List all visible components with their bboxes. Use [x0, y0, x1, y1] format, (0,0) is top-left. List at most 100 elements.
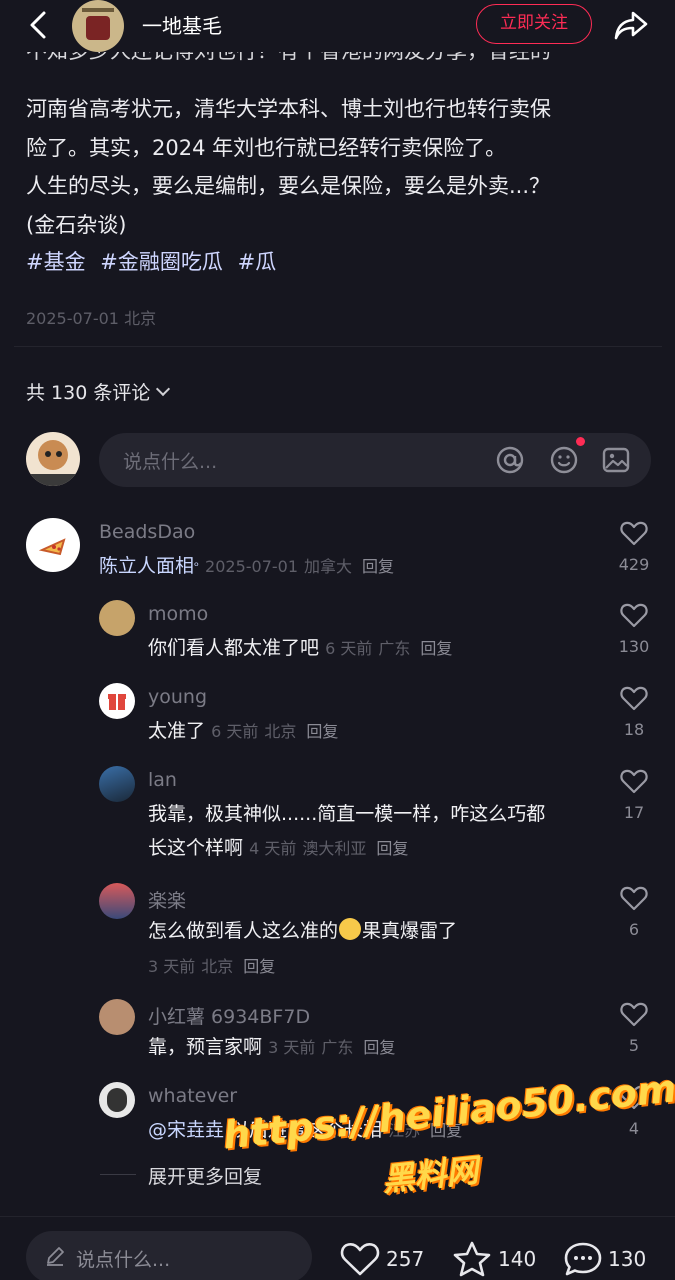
tag-link[interactable]: #瓜 — [238, 250, 277, 274]
comment-bubble-icon[interactable] — [563, 1241, 603, 1277]
post-date: 2025-07-01 — [26, 309, 119, 328]
comment-text-content: 太准了 — [148, 720, 206, 742]
comment-location: 广东 — [321, 1038, 354, 1057]
heart-icon[interactable] — [620, 768, 648, 794]
comment-text-content: 长这个样啊 — [148, 837, 244, 859]
commenter-avatar[interactable] — [99, 600, 135, 636]
comment-time: 3 天前 — [148, 957, 196, 976]
post-location: 北京 — [124, 309, 157, 328]
back-arrow-icon[interactable] — [24, 8, 54, 42]
like-count: 6 — [628, 920, 640, 939]
emoji-icon[interactable] — [549, 445, 579, 475]
expand-replies-button[interactable]: 展开更多回复 — [148, 1162, 262, 1189]
reply-button[interactable]: 回复 — [376, 839, 408, 858]
comment-meta: 3 天前 北京 回复 — [148, 949, 281, 984]
heart-icon[interactable] — [340, 1241, 380, 1277]
post-line: 险了。其实，2024 年刘也行就已经转行卖保险了。 — [26, 136, 507, 160]
commenter-avatar[interactable] — [26, 518, 80, 572]
like-count: 17 — [623, 803, 645, 822]
author-name[interactable]: 一地基毛 — [142, 10, 222, 39]
mention-icon[interactable] — [495, 445, 525, 475]
image-icon[interactable] — [601, 445, 631, 475]
top-bar: 一地基毛 立即关注 — [0, 0, 675, 52]
commenter-avatar[interactable] — [99, 883, 135, 919]
gift-icon — [108, 694, 126, 710]
star-icon[interactable] — [452, 1241, 492, 1277]
commenter-name[interactable]: young — [148, 686, 207, 708]
tag-link[interactable]: #金融圈吃瓜 — [100, 250, 223, 274]
comment-count-toggle[interactable]: 共 130 条评论 — [26, 378, 171, 405]
comment-count-label: 共 130 条评论 — [26, 382, 151, 404]
post-line: 人生的尽头，要么是编制，要么是保险，要么是外卖...？ — [26, 174, 551, 198]
comment-text-content: 怎么做到看人这么准的 — [148, 920, 339, 942]
comment-text: 我靠，极其神似......简直一模一样，咋这么巧都 — [148, 803, 546, 825]
like-count: 130 — [618, 637, 650, 656]
follow-button[interactable]: 立即关注 — [476, 4, 592, 44]
post-clipped-line: 不知多少人还记得刘也行？有个香港的网友分享，曾经的 — [26, 52, 646, 72]
comment-location: 北京 — [201, 957, 234, 976]
like-count: 18 — [623, 720, 645, 739]
search-icon: ᵒ — [194, 559, 199, 573]
author-avatar[interactable] — [72, 0, 124, 52]
heart-icon[interactable] — [620, 602, 648, 628]
heart-icon[interactable] — [620, 520, 648, 546]
comment-location: 澳大利亚 — [302, 839, 367, 858]
heart-icon[interactable] — [620, 685, 648, 711]
comment-text: 陈立人面相ᵒ 2025-07-01 加拿大 回复 — [99, 549, 400, 584]
reply-button[interactable]: 回复 — [363, 1038, 395, 1057]
my-avatar — [26, 432, 80, 486]
comment-input-placeholder: 说点什么... — [123, 451, 218, 473]
comment-location: 加拿大 — [304, 557, 353, 576]
like-count: 4 — [628, 1119, 640, 1138]
reply-button[interactable]: 回复 — [243, 957, 275, 976]
post-tags: #基金 #金融圈吃瓜 #瓜 — [26, 246, 284, 276]
bottom-comment-input[interactable]: 说点什么... — [26, 1231, 312, 1280]
post-meta: 2025-07-01 北京 — [26, 305, 156, 329]
like-total: 257 — [386, 1247, 425, 1271]
divider — [14, 346, 662, 347]
comment-text: 怎么做到看人这么准的 果真爆雷了 — [148, 914, 457, 948]
comment-text: 靠，预言家啊 3 天前 广东 回复 — [148, 1030, 401, 1065]
favorite-total: 140 — [498, 1247, 537, 1271]
commenter-name[interactable]: momo — [148, 603, 208, 625]
commenter-name[interactable]: whatever — [148, 1085, 237, 1107]
comment-time: 3 天前 — [268, 1038, 316, 1057]
pencil-icon — [47, 1247, 64, 1266]
comment-total: 130 — [608, 1247, 647, 1271]
commenter-name[interactable]: BeadsDao — [99, 521, 195, 543]
bottom-input-placeholder: 说点什么... — [76, 1249, 171, 1271]
commenter-avatar[interactable] — [99, 683, 135, 719]
commenter-name[interactable]: lan — [148, 769, 177, 791]
comment-text: 太准了 6 天前 北京 回复 — [148, 714, 344, 749]
comment-time: 2025-07-01 — [205, 557, 299, 576]
reply-button[interactable]: 回复 — [362, 557, 394, 576]
comment-text: 长这个样啊 4 天前 澳大利亚 回复 — [148, 831, 414, 866]
comment-text: 你们看人都太准了吧 6 天前 广东 回复 — [148, 631, 458, 666]
tag-link[interactable]: #基金 — [26, 250, 86, 274]
chevron-down-icon — [156, 381, 171, 397]
commenter-name[interactable]: 楽楽 — [148, 886, 186, 913]
reply-button[interactable]: 回复 — [306, 722, 338, 741]
comment-input[interactable]: 说点什么... — [99, 433, 651, 487]
post-line: 河南省高考状元，清华大学本科、博士刘也行也转行卖保 — [26, 97, 551, 121]
like-count: 5 — [628, 1036, 640, 1055]
comment-time: 6 天前 — [325, 639, 373, 658]
commenter-avatar[interactable] — [99, 1082, 135, 1118]
comment-text-content: 陈立人面相 — [99, 555, 195, 577]
mention-link[interactable]: @宋垚垚 — [148, 1119, 224, 1141]
heart-icon[interactable] — [620, 1001, 648, 1027]
divider — [100, 1174, 136, 1175]
share-icon[interactable] — [612, 6, 650, 44]
dizzy-face-emoji-icon — [339, 918, 362, 940]
reply-button[interactable]: 回复 — [420, 639, 452, 658]
commenter-name[interactable]: 小红薯 6934BF7D — [148, 1002, 310, 1029]
commenter-avatar[interactable] — [99, 766, 135, 802]
watermark-name: 黑料网 — [380, 1151, 480, 1199]
notification-dot — [576, 437, 585, 446]
bottom-action-bar: 说点什么... 257 140 130 — [0, 1216, 675, 1280]
comment-time: 4 天前 — [249, 839, 297, 858]
commenter-avatar[interactable] — [99, 999, 135, 1035]
heart-icon[interactable] — [620, 885, 648, 911]
comment-location: 北京 — [264, 722, 297, 741]
comment-text-content: 果真爆雷了 — [362, 920, 458, 942]
